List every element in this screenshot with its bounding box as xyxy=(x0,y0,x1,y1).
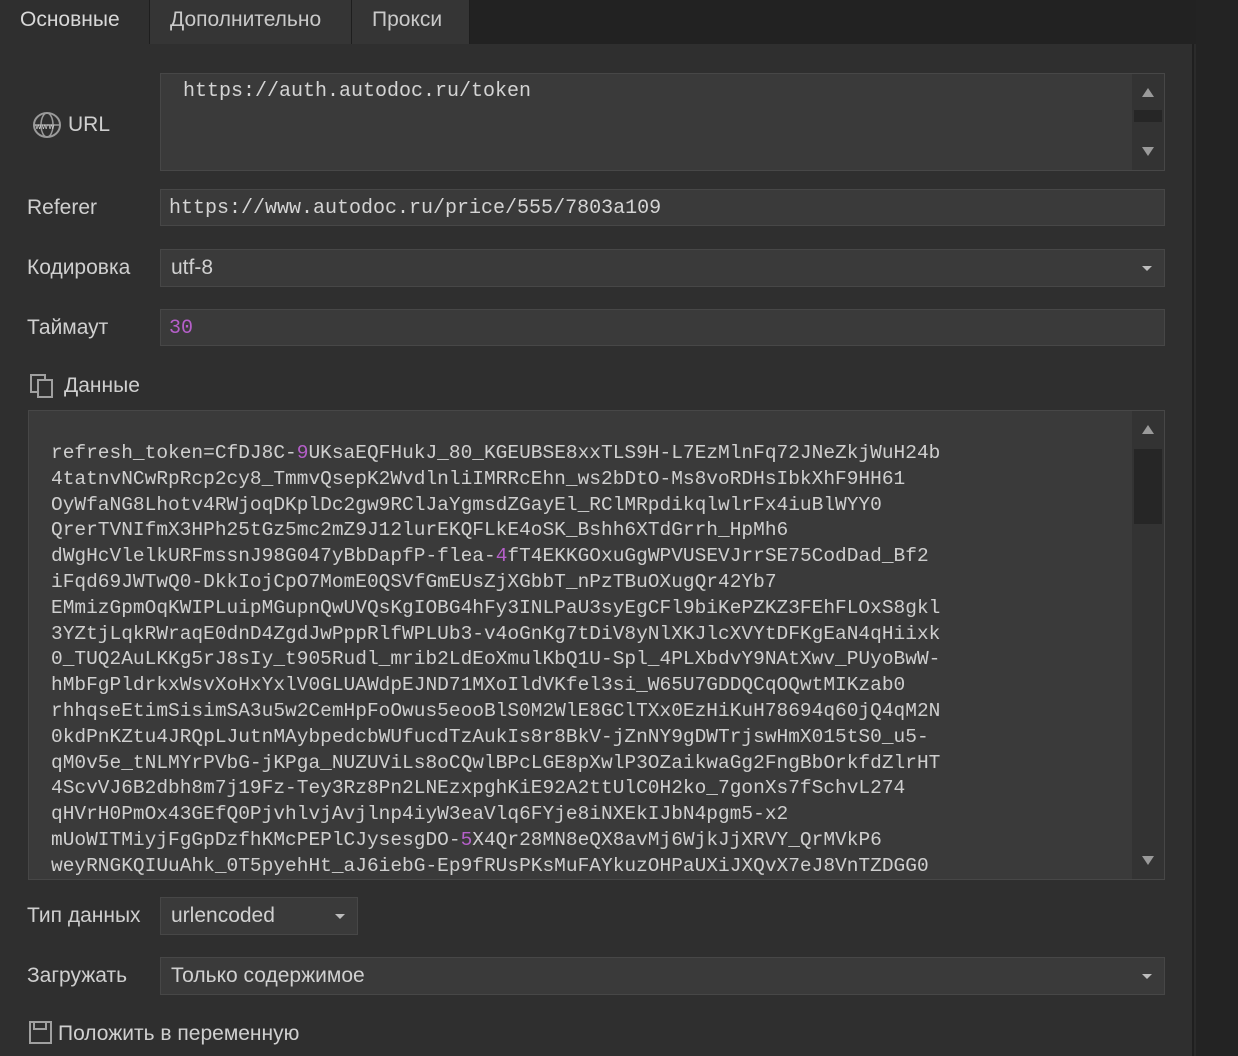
referer-field[interactable]: https://www.autodoc.ru/price/555/7803a10… xyxy=(160,189,1165,226)
data-line: OyWfaNG8Lhotv4RWjoqDKplDc2gw9RClJaYgmsdZ… xyxy=(51,493,882,516)
referer-label: Referer xyxy=(27,196,98,219)
data-type-label: Тип данных xyxy=(27,904,141,927)
encoding-label: Кодировка xyxy=(27,256,131,279)
data-text: refresh_token=CfDJ8C-9UKsaEQFHukJ_80_KGE… xyxy=(51,441,941,879)
load-label: Загружать xyxy=(27,964,128,987)
tab-main[interactable]: Основные xyxy=(0,0,150,44)
data-scrollbar[interactable] xyxy=(1132,411,1164,879)
data-line: iFqd69JWTwQ0-DkkIojCpO7MomE0QSVfGmEUsZjX… xyxy=(51,570,777,593)
scroll-up-icon[interactable] xyxy=(1142,425,1154,434)
encoding-dropdown[interactable]: utf-8 xyxy=(160,249,1165,287)
data-line: refresh_token=CfDJ8C-9UKsaEQFHukJ_80_KGE… xyxy=(51,442,941,464)
data-line: mUoWITMiyjFgGpDzfhKMcPEPlCJysesgDO-5X4Qr… xyxy=(51,828,882,851)
chevron-down-icon xyxy=(1142,266,1152,271)
data-line: hMbFgPldrkxWsvXoHxYxlV0GLUAWdpEJND71MXoI… xyxy=(51,674,906,697)
copy-icon xyxy=(28,372,56,406)
data-line: QrerTVNIfmX3HPh25tGz5mc2mZ9J12lurEKQFLkE… xyxy=(51,519,789,542)
tab-bar: Основные Дополнительно Прокси xyxy=(0,0,1238,44)
right-strip xyxy=(1196,0,1238,1056)
save-icon[interactable] xyxy=(28,1020,54,1052)
data-line: rhhqseEtimSisimSA3u5w2CemHpFoOwus5eooBlS… xyxy=(51,699,941,722)
url-label: URL xyxy=(68,113,111,136)
data-line: qM0v5e_tNLMYrPVbG-jKPga_NUZUViLs8oCQwlBP… xyxy=(51,751,941,774)
scroll-thumb[interactable] xyxy=(1134,449,1162,524)
chevron-down-icon xyxy=(1142,974,1152,979)
data-type-dropdown[interactable]: urlencoded xyxy=(160,897,358,935)
load-dropdown[interactable]: Только содержимое xyxy=(160,957,1165,995)
scroll-down-icon[interactable] xyxy=(1142,856,1154,865)
chevron-down-icon xyxy=(335,914,345,919)
save-to-variable-label[interactable]: Положить в переменную xyxy=(58,1022,299,1046)
data-line: 4tatnvNCwRpRcp2cy8_TmmvQsepK2WvdlnliIMRR… xyxy=(51,467,906,490)
data-line: dWgHcVlelkURFmssnJ98G047yBbDapfP-flea-4f… xyxy=(51,545,929,568)
data-line: qHVrH0PmOx43GEfQ0PjvhlvjAvjlnp4iyW3eaVlq… xyxy=(51,803,789,826)
data-line: 4ScvVJ6B2dbh8m7j19Fz-Tey3Rz8Pn2LNEzxpghK… xyxy=(51,777,906,800)
globe-icon: www xyxy=(31,110,63,146)
tab-proxy[interactable]: Прокси xyxy=(352,0,470,44)
data-line: weyRNGKQIUuAhk_0T5pyehHt_aJ6iebG-Ep9fRUs… xyxy=(51,854,929,877)
data-line: 0_TUQ2AuLKKg5rJ8sIy_t905Rudl_mrib2LdEoXm… xyxy=(51,648,941,671)
scroll-thumb[interactable] xyxy=(1134,110,1162,122)
timeout-label: Таймаут xyxy=(27,316,109,339)
url-scrollbar[interactable] xyxy=(1132,74,1164,170)
data-textarea[interactable]: refresh_token=CfDJ8C-9UKsaEQFHukJ_80_KGE… xyxy=(28,410,1165,880)
tab-advanced[interactable]: Дополнительно xyxy=(150,0,352,44)
url-field[interactable]: https://auth.autodoc.ru/token xyxy=(160,73,1165,171)
scroll-down-icon[interactable] xyxy=(1142,147,1154,156)
svg-text:www: www xyxy=(35,122,55,131)
timeout-field[interactable]: 30 xyxy=(160,309,1165,346)
data-label: Данные xyxy=(64,374,140,397)
data-line: 0kdPnKZtu4JRQpLJutnMAybpedcbWUfucdTzAukI… xyxy=(51,725,929,748)
scroll-up-icon[interactable] xyxy=(1142,88,1154,97)
data-line: 3YZtjLqkRWraqE0dnD4ZgdJwPppRlfWPLUb3-v4o… xyxy=(51,622,941,645)
data-line: EMmizGpmOqKWIPLuipMGupnQwUVQsKgIOBG4hFy3… xyxy=(51,596,941,619)
